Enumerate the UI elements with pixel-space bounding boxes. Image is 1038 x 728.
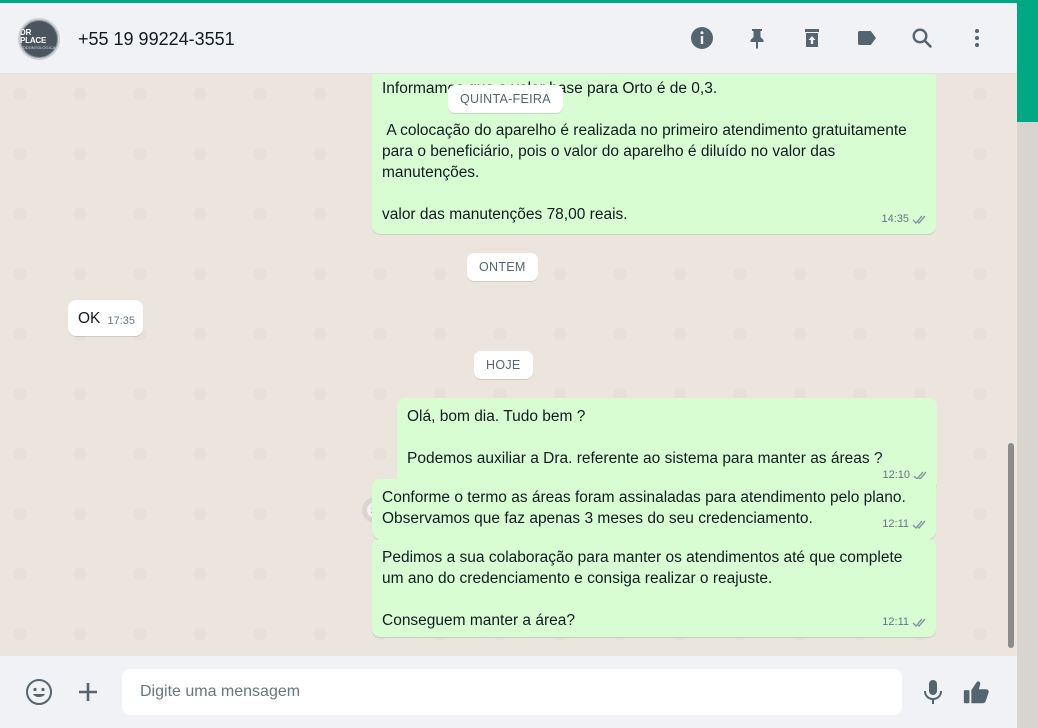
message-time: 17:35 <box>107 315 135 327</box>
message-bubble-outgoing[interactable]: Conforme o termo as áreas foram assinala… <box>372 479 936 539</box>
menu-icon[interactable] <box>964 25 990 51</box>
read-ticks-icon <box>912 215 926 225</box>
message-meta: 12:11 <box>882 514 928 535</box>
date-chip: HOJE <box>474 351 533 379</box>
message-list[interactable]: Informamos que o valor base para Orto é … <box>0 74 1017 656</box>
date-chip: ONTEM <box>467 253 538 281</box>
message-bubble-outgoing[interactable]: Pedimos a sua colaboração para manter os… <box>372 539 936 637</box>
contact-avatar[interactable]: DR PLACE ODONTOLÓGICA <box>18 18 60 60</box>
message-text: Olá, bom dia. Tudo bem ? Podemos auxilia… <box>407 408 883 467</box>
message-scrollbar-thumb[interactable] <box>1008 443 1014 648</box>
avatar-logo-text: DR PLACE <box>20 27 47 45</box>
message-bubble-incoming[interactable]: OK 17:35 <box>68 300 143 336</box>
info-icon[interactable] <box>689 25 715 51</box>
archive-icon[interactable] <box>799 25 825 51</box>
emoji-icon[interactable] <box>25 678 53 706</box>
message-time: 14:35 <box>881 213 909 225</box>
pin-icon[interactable] <box>744 25 770 51</box>
avatar-logo-subtext: ODONTOLÓGICA <box>22 44 56 50</box>
message-input-box[interactable] <box>122 669 918 715</box>
message-input[interactable] <box>122 669 918 715</box>
date-chip: QUINTA-FEIRA <box>448 85 563 113</box>
message-bubble-outgoing[interactable]: Olá, bom dia. Tudo bem ? Podemos auxilia… <box>397 398 937 490</box>
message-time: 12:11 <box>882 616 909 628</box>
like-thumbs-up-icon[interactable] <box>962 678 990 706</box>
message-text: Conforme o termo as áreas foram assinala… <box>382 489 911 527</box>
microphone-icon[interactable] <box>919 678 947 706</box>
composer-bar <box>0 656 1017 728</box>
message-meta: 12:11 <box>882 612 928 633</box>
search-icon[interactable] <box>909 25 935 51</box>
read-ticks-icon <box>912 618 926 628</box>
message-time: 12:11 <box>882 518 909 530</box>
label-icon[interactable] <box>854 25 880 51</box>
message-meta: 17:35 <box>107 311 135 332</box>
contact-name[interactable]: +55 19 99224-3551 <box>78 29 235 50</box>
window-scrollbar-thumb[interactable] <box>1017 3 1038 122</box>
message-meta: 14:35 <box>881 209 928 230</box>
chat-header: DR PLACE ODONTOLÓGICA +55 19 99224-3551 <box>0 3 1017 74</box>
message-text: Pedimos a sua colaboração para manter os… <box>382 549 903 629</box>
attach-plus-icon[interactable] <box>74 678 102 706</box>
read-ticks-icon <box>912 520 926 530</box>
